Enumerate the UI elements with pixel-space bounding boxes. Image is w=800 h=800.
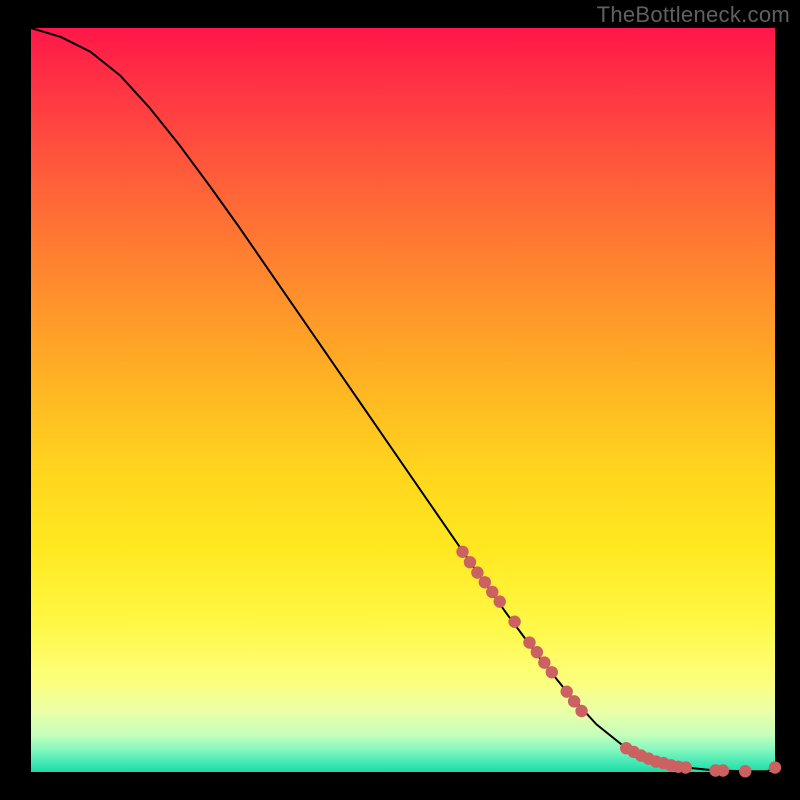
marker-dot	[739, 765, 751, 777]
watermark-text: TheBottleneck.com	[597, 2, 790, 28]
marker-dot	[717, 764, 729, 776]
marker-dot	[546, 666, 558, 678]
marker-dot	[769, 761, 781, 773]
chart-frame: TheBottleneck.com	[0, 0, 800, 800]
marker-dot	[494, 595, 506, 607]
marker-dot	[464, 556, 476, 568]
marker-dot	[680, 761, 692, 773]
chart-overlay	[31, 28, 775, 772]
marker-dot	[508, 616, 520, 628]
curve-line	[31, 28, 775, 771]
marker-dot	[456, 546, 468, 558]
marker-dot	[575, 705, 587, 717]
marker-dot	[531, 646, 543, 658]
plot-area	[31, 28, 775, 772]
